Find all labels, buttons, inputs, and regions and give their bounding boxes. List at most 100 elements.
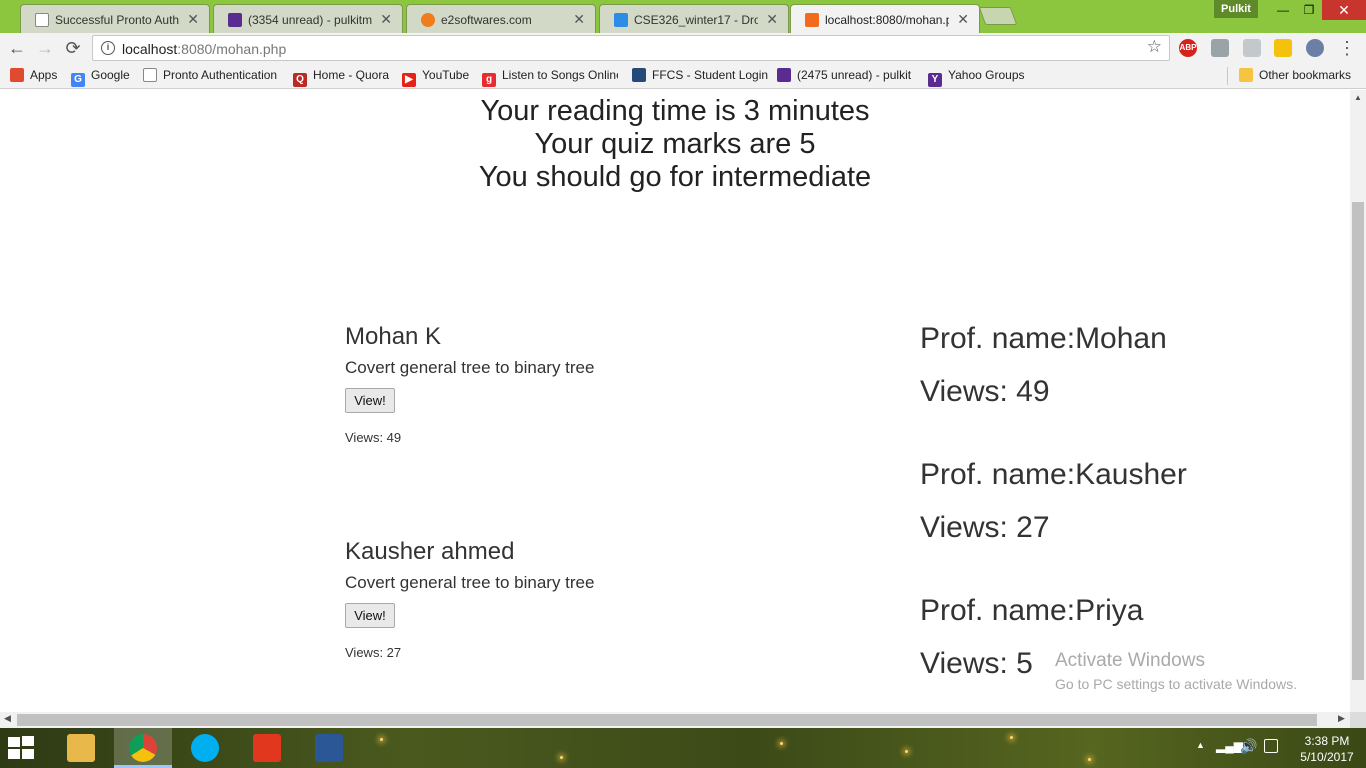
bookmark-google[interactable]: G Google <box>71 68 130 87</box>
view-button[interactable]: View! <box>345 603 395 628</box>
bookmark-ffcs[interactable]: FFCS - Student Login <box>632 68 768 82</box>
close-tab-icon[interactable]: ✕ <box>766 11 778 28</box>
close-tab-icon[interactable]: ✕ <box>187 11 199 28</box>
bookmark-youtube[interactable]: ▶ YouTube <box>402 68 469 87</box>
show-hidden-icons-icon[interactable]: ▲ <box>1196 740 1205 750</box>
file-explorer-icon <box>67 734 95 762</box>
bookmark-label: Google <box>91 68 130 82</box>
info-icon[interactable]: i <box>101 41 115 55</box>
professor-name: Prof. name:Priya <box>920 594 1144 627</box>
bookmark-label: (2475 unread) - pulkit <box>797 68 912 82</box>
taskbar-chrome[interactable] <box>114 728 172 768</box>
tab-localhost-active[interactable]: localhost:8080/mohan.ph ✕ <box>790 4 980 33</box>
shield-extension-icon[interactable] <box>1243 39 1261 57</box>
tab-dropbox[interactable]: CSE326_winter17 - Dropb ✕ <box>599 4 789 33</box>
clock-date[interactable]: 5/10/2017 <box>1294 750 1360 764</box>
youtube-icon: ▶ <box>402 73 416 87</box>
bookmarks-divider <box>1227 67 1228 85</box>
page-icon <box>143 68 157 82</box>
url-text[interactable]: localhost:8080/mohan.php <box>122 41 286 57</box>
activate-windows-title: Activate Windows <box>1055 650 1205 671</box>
folder-icon <box>1239 68 1253 82</box>
action-center-icon[interactable] <box>1264 739 1278 753</box>
taskbar-skype[interactable] <box>176 728 234 768</box>
quiz-marks-heading: Your quiz marks are 5 <box>534 128 816 160</box>
taskbar-word[interactable] <box>300 728 358 768</box>
scroll-corner <box>1350 712 1366 728</box>
close-tab-icon[interactable]: ✕ <box>380 11 392 28</box>
address-bar[interactable]: i localhost:8080/mohan.php ☆ <box>92 35 1170 61</box>
extension-inbox-icon[interactable] <box>1211 39 1229 57</box>
scroll-right-icon[interactable]: ▶ <box>1338 713 1345 724</box>
bookmark-yahoo-mail[interactable]: (2475 unread) - pulkit <box>777 68 913 82</box>
browser-toolbar: ← → ⟳ i localhost:8080/mohan.php ☆ ABP ⋮ <box>0 33 1366 63</box>
reload-button[interactable]: ⟳ <box>62 37 84 59</box>
professor-name: Prof. name:Mohan <box>920 322 1167 355</box>
google-icon: G <box>71 73 85 87</box>
new-tab-button[interactable] <box>978 7 1018 25</box>
bookmarks-bar: Apps G Google Pronto Authentication Q Home… <box>0 63 1366 89</box>
incognito-extension-icon[interactable] <box>1306 39 1324 57</box>
forward-button[interactable]: → <box>34 37 56 59</box>
horizontal-scrollbar[interactable]: ◀ ▶ <box>0 712 1350 728</box>
card-views: Views: 27 <box>345 645 402 660</box>
bookmark-label: Apps <box>30 68 58 82</box>
tab-pronto[interactable]: Successful Pronto Authe ✕ <box>20 4 210 33</box>
quora-icon: Q <box>293 73 307 87</box>
network-signal-icon[interactable]: ▂▄▆ <box>1216 739 1243 753</box>
tab-yahoo-mail[interactable]: (3354 unread) - pulkitmit ✕ <box>213 4 403 33</box>
horizontal-scroll-thumb[interactable] <box>17 714 1317 726</box>
minimize-button[interactable]: — <box>1270 0 1296 20</box>
bookmark-star-icon[interactable]: ☆ <box>1147 37 1162 57</box>
bookmark-apps[interactable]: Apps <box>10 68 57 82</box>
maximize-button[interactable]: ❐ <box>1296 0 1322 20</box>
bookmark-gaana[interactable]: g Listen to Songs Online <box>482 68 618 87</box>
tab-strip: Successful Pronto Authe ✕ (3354 unread) … <box>0 0 1366 33</box>
reading-time-heading: Your reading time is 3 minutes <box>480 95 870 127</box>
bookmark-label: Other bookmarks <box>1259 68 1352 82</box>
gaana-icon: g <box>482 73 496 87</box>
vertical-scroll-thumb[interactable] <box>1352 202 1364 680</box>
yahoo-mail-icon <box>228 13 242 27</box>
taskbar-pdf-reader[interactable] <box>238 728 296 768</box>
page-icon <box>35 13 49 27</box>
tab-title: (3354 unread) - pulkitmit <box>248 13 372 27</box>
scroll-left-icon[interactable]: ◀ <box>4 713 11 724</box>
tab-title: e2softwares.com <box>441 13 532 27</box>
volume-icon[interactable]: 🔊 <box>1240 738 1257 755</box>
bookmark-other-bookmarks[interactable]: Other bookmarks <box>1239 68 1351 82</box>
adblock-plus-icon[interactable]: ABP <box>1179 39 1197 57</box>
chrome-icon <box>129 734 157 762</box>
card-author: Kausher ahmed <box>345 538 515 565</box>
recommendation-heading: You should go for intermediate <box>478 161 872 193</box>
wallpaper-sparkle <box>780 742 783 745</box>
bookmark-yahoo-groups[interactable]: Y Yahoo Groups <box>928 68 1025 87</box>
vertical-scrollbar[interactable]: ▲ <box>1350 90 1366 712</box>
professor-views: Views: 27 <box>920 511 1050 544</box>
xampp-icon <box>805 13 819 27</box>
bookmark-pronto[interactable]: Pronto Authentication <box>143 68 277 82</box>
close-tab-icon[interactable]: ✕ <box>957 11 969 28</box>
back-button[interactable]: ← <box>6 37 28 59</box>
url-host: localhost <box>122 41 178 57</box>
close-window-button[interactable]: ✕ <box>1322 0 1366 20</box>
bookmark-quora[interactable]: Q Home - Quora <box>293 68 389 87</box>
bookmark-label: Yahoo Groups <box>948 68 1025 82</box>
profile-button[interactable]: Pulkit <box>1214 0 1258 18</box>
clock-time[interactable]: 3:38 PM <box>1294 734 1360 748</box>
chrome-menu-button[interactable]: ⋮ <box>1338 37 1356 59</box>
bookmark-label: FFCS - Student Login <box>652 68 769 82</box>
pdf-reader-icon <box>253 734 281 762</box>
professor-name: Prof. name:Kausher <box>920 458 1187 491</box>
tab-e2softwares[interactable]: e2softwares.com ✕ <box>406 4 596 33</box>
keep-extension-icon[interactable] <box>1274 39 1292 57</box>
taskbar-file-explorer[interactable] <box>52 728 110 768</box>
scroll-up-icon[interactable]: ▲ <box>1354 93 1362 102</box>
wallpaper-sparkle <box>560 756 563 759</box>
card-title: Covert general tree to binary tree <box>345 573 595 592</box>
page-content: Your reading time is 3 minutes Your quiz… <box>0 90 1350 712</box>
tab-title: localhost:8080/mohan.ph <box>825 13 949 27</box>
view-button[interactable]: View! <box>345 388 395 413</box>
close-tab-icon[interactable]: ✕ <box>573 11 585 28</box>
windows-start-icon[interactable] <box>8 736 36 760</box>
